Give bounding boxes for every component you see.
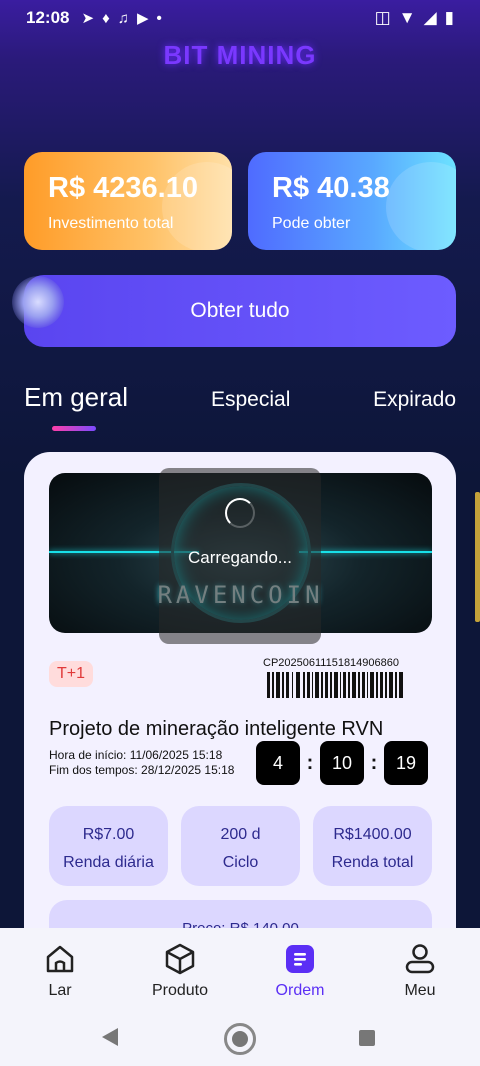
total-income-tile: R$1400.00 Renda total (313, 806, 432, 886)
youtube-icon: ▶ (136, 10, 149, 27)
scrollbar[interactable] (475, 492, 480, 622)
status-bar: 12:08 ➤ ♦ ♫ ▶ • ◫ ▼ ◢ ▮ (0, 0, 480, 36)
cast-icon: ◫ (374, 8, 391, 27)
home-icon (0, 940, 120, 978)
start-time: Hora de início: 11/06/2025 15:18 (49, 748, 223, 762)
order-icon (240, 940, 360, 978)
obtainable-card: R$ 40.38 Pode obter (248, 152, 456, 250)
tiktok-icon: ♫ (117, 9, 129, 27)
end-time: Fim dos tempos: 28/12/2025 15:18 (49, 763, 235, 777)
daily-income-tile: R$7.00 Renda diária (49, 806, 168, 886)
spinner-icon (225, 498, 255, 528)
user-icon (360, 940, 480, 978)
floating-assistive-button[interactable] (12, 276, 64, 328)
time-info: Hora de início: 11/06/2025 15:18 Fim dos… (49, 748, 234, 778)
nav-item-me[interactable]: Meu (360, 940, 480, 1000)
nav-label-me: Meu (404, 982, 436, 999)
total-income-value: R$1400.00 (333, 826, 412, 843)
battery-icon: ▮ (444, 8, 454, 27)
daily-income-value: R$7.00 (82, 826, 135, 843)
signal-icon: ◢ (423, 8, 437, 27)
cube-icon (120, 940, 240, 978)
system-navigation (0, 1022, 480, 1056)
status-time: 12:08 (26, 8, 70, 27)
nav-item-order[interactable]: Ordem (240, 940, 360, 1000)
total-investment-card: R$ 4236.10 Investimento total (24, 152, 232, 250)
nav-label-home: Lar (48, 982, 72, 999)
project-title: Projeto de mineração inteligente RVN (49, 718, 384, 740)
dot-icon: • (156, 9, 162, 27)
nav-item-home[interactable]: Lar (0, 940, 120, 1000)
cycle-tile: 200 d Ciclo (181, 806, 300, 886)
total-income-label: Renda total (331, 854, 414, 871)
order-code: CP202506111518149068​60 (263, 657, 400, 669)
back-icon[interactable] (102, 1028, 118, 1046)
brand-title: BIT MINING (163, 40, 317, 70)
barcode (267, 672, 403, 698)
tab-special[interactable]: Especial (211, 388, 290, 412)
loading-text: Carregando... (188, 548, 292, 567)
wifi-icon: ▼ (398, 8, 416, 27)
daily-income-label: Renda diária (63, 854, 154, 871)
nav-label-product: Produto (151, 982, 209, 999)
order-tabs: Em geral Especial Expirado (24, 382, 456, 438)
recents-icon[interactable] (359, 1030, 375, 1046)
active-tab-indicator (52, 426, 96, 431)
countdown-hours: 10 (320, 741, 364, 785)
loading-overlay: Carregando... (159, 468, 321, 644)
tab-expired[interactable]: Expirado (373, 388, 456, 412)
countdown-separator: : (370, 751, 378, 774)
tab-general[interactable]: Em geral (24, 382, 128, 413)
app-notification-icon: ♦ (102, 9, 110, 27)
nav-item-product[interactable]: Produto (120, 940, 240, 1000)
countdown: 4 : 10 : 19 (256, 741, 428, 785)
home-circle-icon[interactable] (224, 1023, 256, 1055)
countdown-minutes: 19 (384, 741, 428, 785)
settlement-badge: T+1 (49, 661, 94, 687)
nav-label-order: Ordem (275, 982, 325, 999)
countdown-days: 4 (256, 741, 300, 785)
cycle-label: Ciclo (222, 854, 259, 871)
collect-all-button[interactable]: Obter tudo (24, 275, 456, 347)
telegram-icon: ➤ (81, 10, 95, 27)
countdown-separator: : (306, 751, 314, 774)
cycle-value: 200 d (220, 826, 261, 843)
